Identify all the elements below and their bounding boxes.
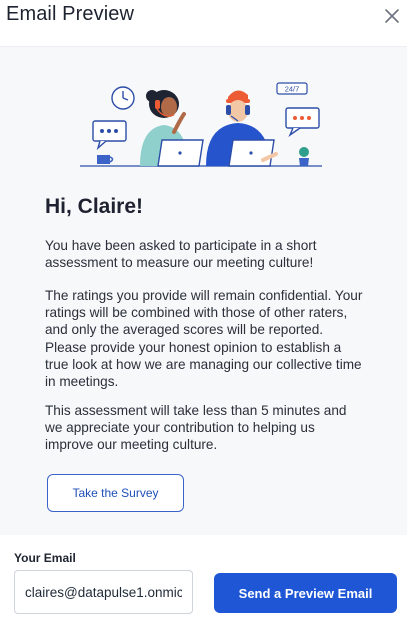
modal-header: Email Preview xyxy=(0,0,407,46)
plant-icon xyxy=(299,147,309,166)
send-preview-email-button[interactable]: Send a Preview Email xyxy=(214,573,397,613)
svg-text:24/7: 24/7 xyxy=(285,85,300,94)
greeting-heading: Hi, Claire! xyxy=(45,195,144,218)
24-7-badge: 24/7 xyxy=(276,82,308,95)
chat-bubble-icon xyxy=(285,107,320,137)
take-survey-button[interactable]: Take the Survey xyxy=(47,474,184,512)
laptop-icon xyxy=(228,139,278,167)
confidentiality-paragraph: The ratings you provide will remain conf… xyxy=(45,288,363,390)
modal-title: Email Preview xyxy=(6,3,134,25)
email-preview-body: 24/7 Hi, Claire! You have been asked to … xyxy=(0,46,407,535)
laptop-icon xyxy=(157,139,204,167)
clock-icon xyxy=(111,86,135,110)
duration-paragraph: This assessment will take less than 5 mi… xyxy=(45,403,347,453)
your-email-label: Your Email xyxy=(14,551,76,565)
mug-icon xyxy=(97,155,114,164)
close-icon[interactable] xyxy=(382,6,402,26)
intro-paragraph: You have been asked to participate in a … xyxy=(45,238,317,271)
chat-bubble-icon xyxy=(92,120,127,151)
support-team-illustration: 24/7 xyxy=(80,82,322,167)
email-field[interactable] xyxy=(14,570,193,614)
